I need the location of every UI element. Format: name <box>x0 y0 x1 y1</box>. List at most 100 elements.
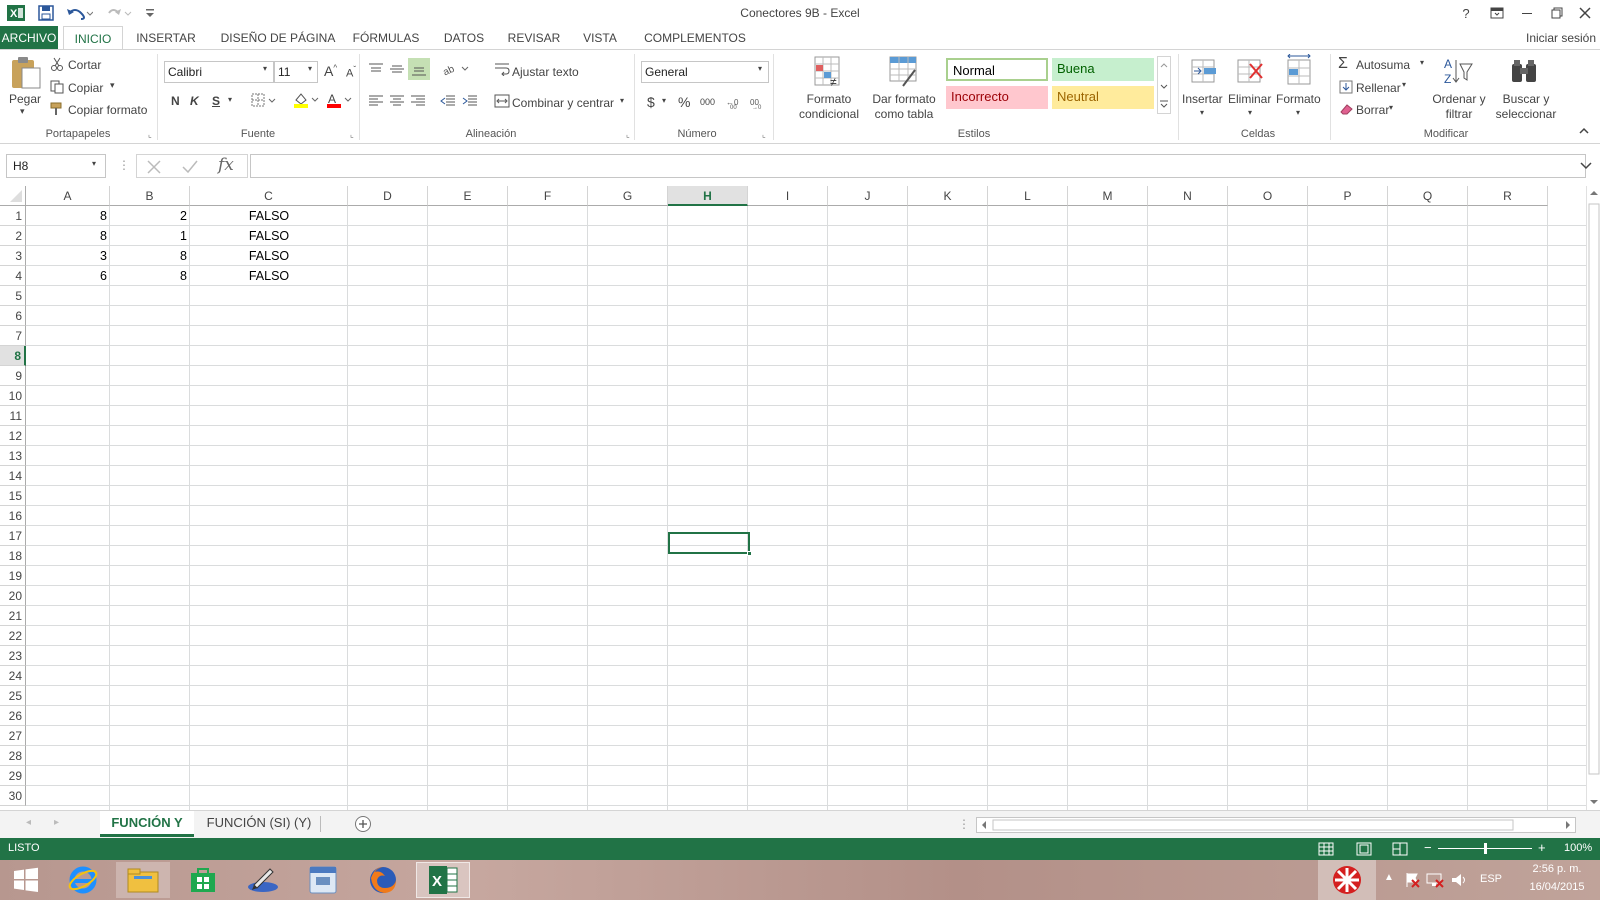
delete-cells-dropdown-icon[interactable]: ▾ <box>1248 108 1252 117</box>
active-cell-selection[interactable] <box>668 532 750 554</box>
store-icon[interactable] <box>176 862 230 898</box>
fill-color-icon[interactable] <box>293 92 321 108</box>
fill-dropdown-icon[interactable]: ▾ <box>1402 80 1406 89</box>
paste-dropdown-icon[interactable]: ▾ <box>20 106 25 117</box>
cell-a4[interactable]: 6 <box>26 266 110 286</box>
format-cells-icon[interactable] <box>1284 54 1314 88</box>
align-right-icon[interactable] <box>410 94 426 108</box>
merge-dropdown-icon[interactable]: ▾ <box>620 96 624 105</box>
clear-button[interactable]: Borrar <box>1356 103 1389 117</box>
increase-font-icon[interactable]: A^ <box>324 63 337 79</box>
autosum-button[interactable]: Autosuma <box>1356 58 1410 72</box>
cell-c3[interactable]: FALSO <box>190 246 348 266</box>
bold-button[interactable]: N <box>171 94 180 108</box>
format-as-table-icon[interactable] <box>889 56 919 88</box>
tab-datos[interactable]: DATOS <box>436 26 492 50</box>
find-select-label-2[interactable]: seleccionar <box>1490 107 1562 121</box>
clock-time[interactable]: 2:56 p. m. <box>1520 863 1594 875</box>
number-format-box[interactable]: General <box>641 61 769 83</box>
input-language[interactable]: ESP <box>1480 873 1502 885</box>
sort-filter-label-2[interactable]: filtrar <box>1426 107 1492 121</box>
format-as-table-label-2[interactable]: como tabla <box>866 107 942 121</box>
number-launcher-icon[interactable]: ⌞ <box>762 130 766 139</box>
align-left-icon[interactable] <box>368 94 384 108</box>
app-window-icon[interactable] <box>296 862 350 898</box>
number-format-dropdown-icon[interactable]: ▾ <box>758 64 762 73</box>
normal-view-icon[interactable] <box>1318 842 1334 856</box>
tab-diseno-de-pagina[interactable]: DISEÑO DE PÁGINA <box>214 26 342 50</box>
conditional-format-icon[interactable]: ≠ <box>814 56 844 88</box>
increase-decimal-icon[interactable]: ←0 00 <box>726 95 742 109</box>
minimize-button[interactable] <box>1516 3 1538 23</box>
tab-formulas[interactable]: FÓRMULAS <box>350 26 422 50</box>
network-icon[interactable] <box>1426 872 1444 888</box>
file-explorer-icon[interactable] <box>116 862 170 898</box>
paste-icon[interactable] <box>8 56 44 90</box>
maximize-button[interactable] <box>1546 3 1568 23</box>
font-size-dropdown-icon[interactable]: ▾ <box>308 64 312 73</box>
page-break-view-icon[interactable] <box>1392 842 1408 856</box>
ribbon-display-options-button[interactable] <box>1486 3 1508 23</box>
delete-cells-button[interactable]: Eliminar <box>1228 92 1271 106</box>
wrap-text-button[interactable]: Ajustar texto <box>512 65 579 79</box>
currency-dropdown-icon[interactable]: ▾ <box>662 96 666 105</box>
cell-b1[interactable]: 2 <box>110 206 190 226</box>
sort-filter-icon[interactable]: AZ <box>1442 56 1474 88</box>
copy-button[interactable]: Copiar <box>68 81 103 95</box>
sheet-tab-funcion-si-y[interactable]: FUNCIÓN (SI) (Y) <box>198 811 320 837</box>
cell-b2[interactable]: 1 <box>110 226 190 246</box>
tab-split-grip-icon[interactable]: ⋮ <box>958 817 970 831</box>
volume-icon[interactable] <box>1450 872 1468 888</box>
vertical-scrollbar[interactable] <box>1586 186 1600 810</box>
internet-explorer-icon[interactable] <box>56 862 110 898</box>
name-box-dropdown-icon[interactable]: ▾ <box>92 159 96 168</box>
tab-inicio[interactable]: INICIO <box>63 26 123 50</box>
underline-button[interactable]: S <box>212 94 220 108</box>
help-button[interactable]: ? <box>1455 3 1477 23</box>
style-neutral[interactable]: Neutral <box>1052 86 1154 109</box>
style-normal[interactable]: Normal <box>946 58 1048 81</box>
find-select-label-1[interactable]: Buscar y <box>1490 92 1562 106</box>
drawing-app-icon[interactable] <box>236 862 290 898</box>
style-bad[interactable]: Incorrecto <box>946 86 1048 109</box>
thousands-button[interactable]: 000 <box>700 97 715 107</box>
cell-b4[interactable]: 8 <box>110 266 190 286</box>
merge-center-button[interactable]: Combinar y centrar <box>512 96 614 110</box>
font-color-icon[interactable]: A <box>326 92 354 108</box>
name-box[interactable]: H8 <box>6 154 106 178</box>
decrease-font-icon[interactable]: Aˇ <box>346 65 356 80</box>
insert-function-icon[interactable]: fx <box>218 155 234 175</box>
currency-button[interactable]: $ <box>647 94 655 110</box>
cell-c4[interactable]: FALSO <box>190 266 348 286</box>
fill-button[interactable]: Rellenar <box>1356 81 1401 95</box>
excel-taskbar-icon[interactable]: X <box>416 862 470 898</box>
cell-c1[interactable]: FALSO <box>190 206 348 226</box>
sort-filter-label-1[interactable]: Ordenar y <box>1426 92 1492 106</box>
zoom-out-icon[interactable]: − <box>1424 840 1432 855</box>
new-sheet-icon[interactable] <box>354 815 372 833</box>
zoom-in-icon[interactable]: + <box>1538 840 1546 855</box>
align-center-icon[interactable] <box>389 94 405 108</box>
tab-complementos[interactable]: COMPLEMENTOS <box>640 26 750 50</box>
cell-b3[interactable]: 8 <box>110 246 190 266</box>
format-cells-dropdown-icon[interactable]: ▾ <box>1296 108 1300 117</box>
insert-cells-button[interactable]: Insertar <box>1182 92 1223 106</box>
cell-a3[interactable]: 3 <box>26 246 110 266</box>
underline-dropdown-icon[interactable]: ▾ <box>228 95 232 104</box>
tab-insertar[interactable]: INSERTAR <box>132 26 200 50</box>
sheet-scroll-left-icon[interactable]: ◂ <box>26 817 31 828</box>
format-painter-button[interactable]: Copiar formato <box>68 103 147 117</box>
page-layout-view-icon[interactable] <box>1356 842 1372 856</box>
formula-input[interactable] <box>250 154 1586 178</box>
percent-button[interactable]: % <box>678 94 690 110</box>
align-middle-icon[interactable] <box>389 62 405 76</box>
zoom-level[interactable]: 100% <box>1564 842 1592 854</box>
decrease-indent-icon[interactable] <box>440 94 456 108</box>
cut-button[interactable]: Cortar <box>68 58 101 72</box>
style-good[interactable]: Buena <box>1052 58 1154 81</box>
find-select-icon[interactable] <box>1510 58 1540 86</box>
conditional-format-label-2[interactable]: condicional <box>791 107 867 121</box>
expand-formula-bar-icon[interactable] <box>1580 161 1592 171</box>
cell-c2[interactable]: FALSO <box>190 226 348 246</box>
collapse-ribbon-icon[interactable] <box>1578 126 1590 136</box>
